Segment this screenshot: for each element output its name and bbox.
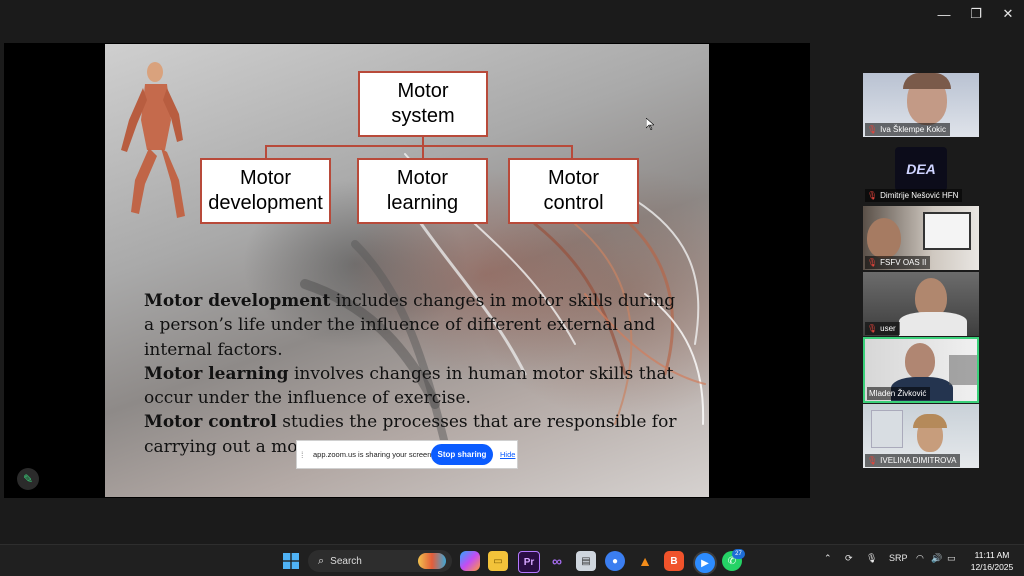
wifi-icon[interactable]: ◠	[916, 553, 924, 564]
participant-name-label: 🎙 FSFV OAS II	[865, 256, 931, 269]
start-button-windows-icon[interactable]	[281, 551, 301, 571]
participant-avatar: DEA	[895, 147, 947, 191]
paragraph-motor-learning: Motor learning involves changes in human…	[144, 363, 674, 409]
clock-date: 12/16/2025	[970, 562, 1014, 572]
search-icon: ⌕	[318, 554, 325, 567]
muted-mic-icon: 🎙	[867, 456, 878, 465]
window-controls: — ❐ ✕	[928, 0, 1024, 28]
chat-app-icon[interactable]: ●	[605, 551, 625, 571]
close-button[interactable]: ✕	[992, 0, 1024, 28]
muted-mic-icon: 🎙	[867, 324, 878, 333]
participant-name-label: 🎙 Iva Šklempe Kokic	[865, 123, 950, 136]
mouse-cursor-icon	[646, 118, 654, 130]
battery-icon[interactable]: ▭	[947, 553, 956, 564]
visual-studio-icon[interactable]: ∞	[547, 551, 567, 571]
screen-sharing-bar: ⁞ app.zoom.us is sharing your screen. St…	[296, 440, 518, 469]
vlc-icon[interactable]: ▲	[635, 551, 655, 571]
participant-name-label: 🎙 user	[865, 322, 900, 335]
restore-button[interactable]: ❐	[960, 0, 992, 28]
muted-mic-icon: 🎙	[867, 191, 878, 200]
minimize-button[interactable]: —	[928, 0, 960, 28]
document-app-icon[interactable]: ▤	[576, 551, 596, 571]
file-explorer-icon[interactable]: ▭	[488, 551, 508, 571]
participant-tile[interactable]: DEA 🎙 Dimitrije Nešović HFN	[863, 139, 979, 203]
motor-development-box: Motor development	[200, 158, 331, 224]
copilot-icon[interactable]	[460, 551, 480, 571]
hide-link[interactable]: Hide	[500, 450, 515, 459]
participant-name-label: 🎙 IVELINA DIMITROVA	[865, 454, 961, 467]
premiere-pro-icon[interactable]: Pr	[518, 551, 540, 573]
motor-system-box: Motor system	[358, 71, 488, 137]
participant-tile[interactable]: 🎙 Iva Šklempe Kokic	[863, 73, 979, 137]
tree-connector-left	[265, 145, 267, 159]
muted-mic-icon: 🎙	[867, 125, 878, 134]
language-indicator[interactable]: SRP	[889, 553, 908, 563]
stop-sharing-button[interactable]: Stop sharing	[431, 444, 493, 465]
motor-control-box: Motor control	[508, 158, 639, 224]
annotate-pencil-icon[interactable]: ✎	[17, 468, 39, 490]
tree-connector-horizontal	[265, 145, 573, 147]
participant-video	[905, 343, 935, 379]
brave-browser-icon[interactable]: B	[664, 551, 684, 571]
tree-connector-right	[571, 145, 573, 159]
volume-icon[interactable]: 🔊	[931, 553, 942, 564]
participant-tile[interactable]: 🎙 IVELINA DIMITROVA	[863, 404, 979, 468]
sync-icon[interactable]: ⟳	[845, 553, 853, 564]
zoom-app-icon[interactable]: ▶	[693, 551, 717, 575]
participant-name-label: Mladen Živković	[867, 387, 931, 400]
clock-time: 11:11 AM	[974, 550, 1010, 560]
search-highlight-icon	[418, 553, 446, 569]
muted-mic-icon: 🎙	[867, 258, 878, 267]
tree-connector-vertical	[422, 137, 424, 159]
participant-tile-active-speaker[interactable]: Mladen Živković	[863, 337, 979, 403]
windows-taskbar: ⌕ Search ▭ Pr ∞ ▤ ● ▲ B ▶ ✆ 27 ⌃ ⟳ 🎙 SRP…	[0, 544, 1024, 576]
participant-tile[interactable]: 🎙 user	[863, 272, 979, 336]
presentation-slide: Motor system Motor development Motor lea…	[105, 44, 709, 497]
motor-learning-box: Motor learning	[357, 158, 488, 224]
show-hidden-icons-chevron-icon[interactable]: ⌃	[824, 553, 832, 564]
participant-video	[867, 218, 901, 258]
human-muscle-figure-icon	[121, 62, 185, 218]
sharing-message: app.zoom.us is sharing your screen.	[313, 450, 434, 459]
participant-name-label: 🎙 Dimitrije Nešović HFN	[865, 189, 963, 202]
drag-handle-icon[interactable]: ⁞	[301, 450, 309, 460]
whatsapp-unread-badge: 27	[732, 549, 745, 559]
taskbar-clock[interactable]: 11:11 AM 12/16/2025	[965, 549, 1019, 573]
microphone-icon[interactable]: 🎙	[866, 553, 877, 564]
participant-tile[interactable]: 🎙 FSFV OAS II	[863, 206, 979, 270]
slide-body-text: Motor development includes changes in mo…	[144, 289, 684, 459]
taskbar-search-box[interactable]: ⌕ Search	[308, 550, 452, 572]
paragraph-motor-development: Motor development includes changes in mo…	[144, 291, 676, 360]
